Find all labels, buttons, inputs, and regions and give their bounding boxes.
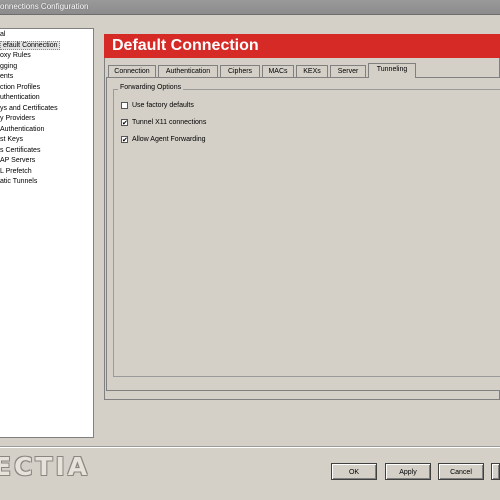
tree-item-label: L Prefetch [0,168,32,175]
help-button-partial[interactable] [491,463,500,480]
title-bar: onnections Configuration [0,0,500,15]
tree-item-label: efault Connection [0,41,61,50]
tab-server[interactable]: Server [330,65,366,77]
checkbox-label: Tunnel X11 connections [132,119,207,126]
tree-item-label: s Certificates [0,147,41,154]
product-logo: ECTIA [0,452,91,481]
tab-kexs[interactable]: KEXs [296,65,328,77]
tab-macs[interactable]: MACs [262,65,294,77]
apply-button[interactable]: Apply [385,463,431,480]
tree-item-connection-profiles[interactable]: ction Profiles [0,83,40,93]
tree-item-static-tunnels[interactable]: atic Tunnels [0,177,37,187]
agent-forwarding-option[interactable]: ✔ Allow Agent Forwarding [121,136,206,146]
tab-label: Authentication [165,68,211,75]
tunnel-x11-checkbox[interactable]: ✔ [121,119,128,127]
tree-item-ca-certificates[interactable]: s Certificates [0,146,40,156]
tree-item-label: AP Servers [0,157,36,164]
tree-item-label: gging [0,63,18,70]
ok-button[interactable]: OK [331,463,377,480]
tab-label: Server [337,68,359,75]
window-title: onnections Configuration [0,2,89,11]
tree-item-key-providers[interactable]: y Providers [0,114,35,124]
tree-item-label: st Keys [0,136,23,143]
tree-item-label: uthentication [0,94,40,101]
tree-item-server-authentication[interactable]: Authentication [0,125,44,135]
tree-item-label: oxy Rules [0,52,31,59]
use-factory-defaults-option[interactable]: Use factory defaults [121,102,194,112]
tree-item-label: al [0,31,6,38]
tree-item-authentication[interactable]: uthentication [0,93,40,103]
tree-item-label: ction Profiles [0,84,41,91]
tab-label: KEXs [303,68,321,75]
tree-item-label: ents [0,73,14,80]
checkbox-label: Use factory defaults [132,102,194,109]
tab-ciphers[interactable]: Ciphers [220,65,260,77]
tree-item-keys-certificates[interactable]: ys and Certificates [0,104,58,114]
tree-item-label: y Providers [0,115,36,122]
tree-item-label: ys and Certificates [0,105,58,112]
group-label: Forwarding Options [118,84,184,91]
agent-forwarding-checkbox[interactable]: ✔ [121,136,128,144]
tree-item-ldap-servers[interactable]: AP Servers [0,156,35,166]
tab-label: Ciphers [227,68,253,75]
tunnel-x11-option[interactable]: ✔ Tunnel X11 connections [121,119,206,129]
page-title: Default Connection [112,37,259,54]
footer-divider-highlight [0,447,500,448]
tab-label: Connection [114,68,150,75]
use-factory-defaults-checkbox[interactable] [121,102,128,109]
tree-item-crl-prefetch[interactable]: L Prefetch [0,167,32,177]
tree-item-label: atic Tunnels [0,178,38,185]
tab-label: Tunneling [376,66,408,73]
tree-item-proxy-rules[interactable]: oxy Rules [0,51,31,61]
tree-item-label: Authentication [0,126,45,133]
page-banner: Default Connection [104,34,500,58]
tree-item-default-connection[interactable]: efault Connection [0,41,61,51]
forwarding-options-group [113,89,500,377]
tab-tunneling[interactable]: Tunneling [368,63,416,78]
tab-connection[interactable]: Connection [108,65,156,77]
sidebar-tree[interactable]: al efault Connection oxy Rules gging ent… [0,28,94,438]
checkbox-label: Allow Agent Forwarding [132,136,206,143]
cancel-button[interactable]: Cancel [438,463,484,480]
tab-label: MACs [268,68,288,75]
tree-item-general[interactable]: al [0,30,5,40]
tab-authentication[interactable]: Authentication [158,65,218,77]
tree-item-host-keys[interactable]: st Keys [0,135,23,145]
tree-item-logging[interactable]: gging [0,62,17,72]
tree-item-clients[interactable]: ents [0,72,13,82]
